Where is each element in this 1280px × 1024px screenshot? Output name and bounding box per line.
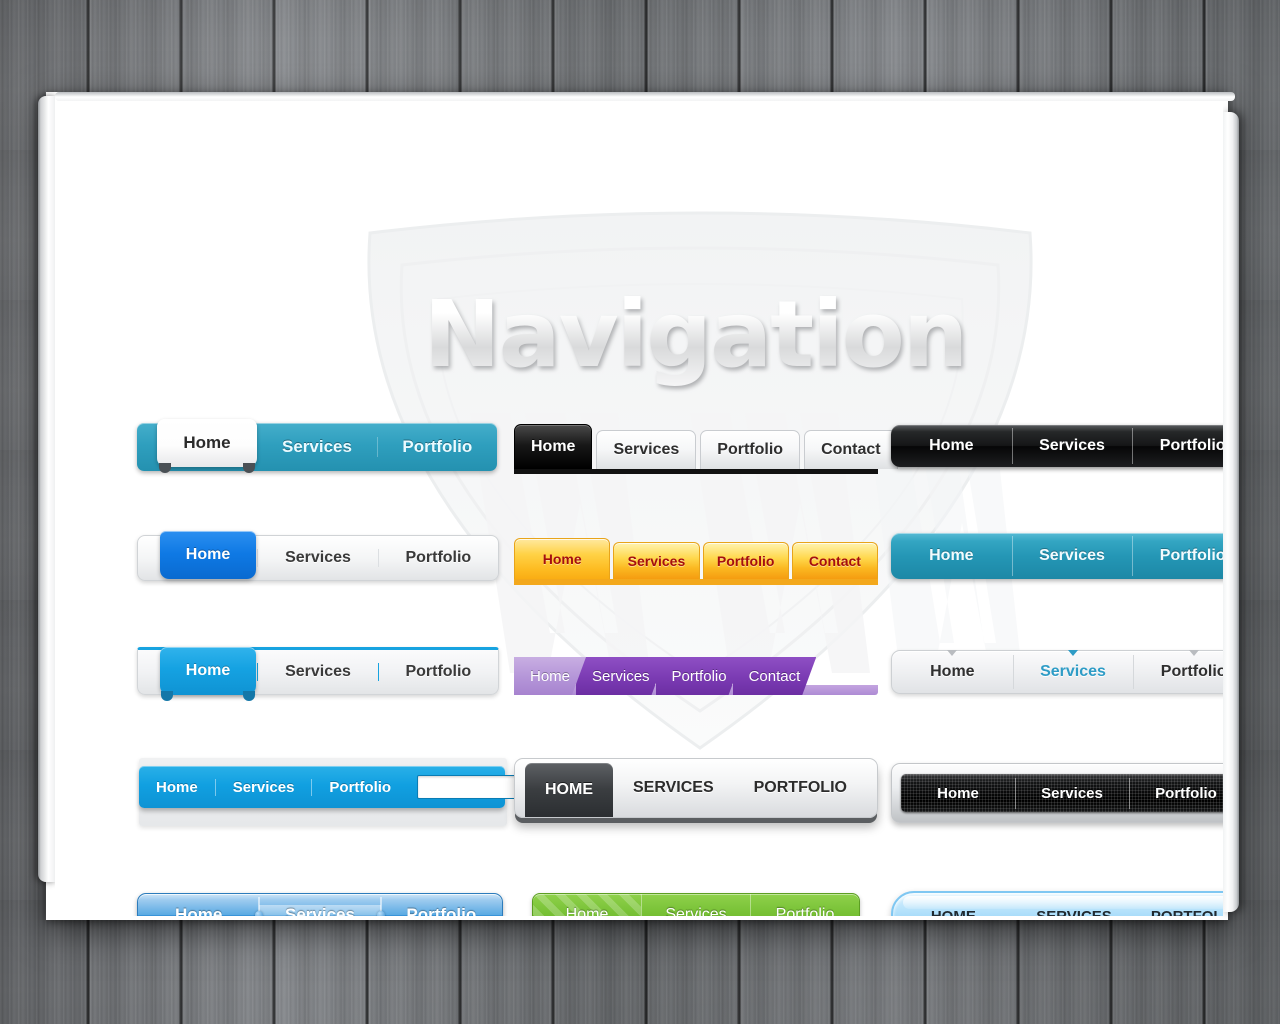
nav-orange-tabs[interactable]: Home Services Portfolio Contact bbox=[514, 535, 878, 585]
nav-item-home-active[interactable]: Home bbox=[514, 424, 593, 469]
nav-item-portfolio[interactable]: Portfolio bbox=[311, 778, 408, 796]
nav-item-home-active[interactable]: Home bbox=[157, 419, 257, 473]
nav-blue-rule-tab-bar[interactable]: Home Services Portfolio Home bbox=[137, 647, 499, 701]
paper-top-edge bbox=[55, 92, 1235, 101]
nav-item-services-active[interactable]: Services bbox=[1012, 650, 1134, 689]
page-title: Navigation bbox=[55, 281, 1223, 388]
paper-sheet: Navigation Home Services Portfolio Home … bbox=[55, 98, 1223, 916]
nav-item-portfolio[interactable]: Portfolio bbox=[700, 430, 801, 469]
nav-blue-search-panel: Home Services Portfolio bbox=[139, 758, 518, 826]
nav-item-home[interactable]: Home bbox=[892, 650, 1013, 681]
nav-item-portfolio[interactable]: Portfolio bbox=[702, 542, 789, 579]
nav-item-label: Home bbox=[930, 663, 975, 680]
nav-item-home[interactable]: Home bbox=[891, 547, 1012, 565]
chevron-down-icon bbox=[1188, 650, 1199, 656]
nav-grey-dropdown-bar[interactable]: Home Services Portfolio bbox=[891, 650, 1223, 694]
nav-item-contact[interactable]: Contact bbox=[804, 430, 898, 469]
nav-item-services-active[interactable]: SERVICES bbox=[1014, 908, 1135, 917]
nav-black-gloss-bar[interactable]: Home Services Portfolio bbox=[891, 425, 1223, 467]
nav-light-blue-tab-bar[interactable]: Home Services Portfolio Home bbox=[137, 531, 499, 581]
nav-item-services[interactable]: Services bbox=[641, 894, 750, 916]
nav-item-home[interactable]: Home bbox=[138, 905, 259, 916]
nav-item-services[interactable]: Services bbox=[257, 549, 377, 567]
nav-black-mesh-frame: Home Services Portfolio bbox=[891, 763, 1223, 823]
chevron-down-icon bbox=[1068, 650, 1078, 656]
nav-item-home-active[interactable]: Home bbox=[533, 894, 641, 916]
nav-item-home-active[interactable]: HOME bbox=[525, 763, 613, 817]
nav-blue-gloss-pill[interactable]: Home Services Portfolio bbox=[137, 893, 503, 916]
nav-item-services[interactable]: Services bbox=[1011, 428, 1133, 464]
nav-black-mesh-bar[interactable]: Home Services Portfolio bbox=[901, 774, 1223, 812]
nav-item-portfolio[interactable]: Portfolio bbox=[1129, 777, 1223, 809]
nav-item-label: Portfolio bbox=[1160, 663, 1223, 680]
nav-item-portfolio[interactable]: PORTFOLIO bbox=[734, 766, 867, 810]
nav-item-services[interactable]: Services bbox=[613, 542, 700, 579]
nav-item-services[interactable]: Services bbox=[1011, 536, 1133, 576]
nav-purple-slant-tabs[interactable]: Home Services Portfolio Contact bbox=[514, 647, 878, 695]
nav-item-services[interactable]: Services bbox=[257, 663, 377, 681]
nav-item-home[interactable]: HOME bbox=[893, 908, 1014, 917]
nav-aqua-pill-bar[interactable]: HOME SERVICES PORTFOLIO bbox=[891, 891, 1223, 916]
nav-item-home-active[interactable]: Home bbox=[514, 538, 611, 579]
paper-right-curl bbox=[1222, 112, 1239, 912]
nav-grey-caps-tabs[interactable]: HOME SERVICES PORTFOLIO bbox=[514, 758, 878, 818]
nav-blue-search-bar[interactable]: Home Services Portfolio bbox=[139, 766, 518, 808]
nav-item-home[interactable]: Home bbox=[901, 785, 1015, 802]
nav-item-portfolio[interactable]: PORTFOLIO bbox=[1134, 908, 1223, 917]
chevron-down-icon bbox=[947, 650, 958, 656]
nav-item-home-active[interactable]: Home bbox=[160, 647, 256, 701]
nav-item-portfolio[interactable]: Portfolio bbox=[1132, 536, 1223, 576]
nav-item-services[interactable]: Services bbox=[1015, 777, 1129, 809]
nav-item-home[interactable]: Home bbox=[139, 779, 215, 796]
nav-item-portfolio[interactable]: Portfolio bbox=[1133, 650, 1223, 689]
nav-item-portfolio[interactable]: Portfolio bbox=[1132, 428, 1223, 464]
nav-item-portfolio[interactable]: Portfolio bbox=[656, 657, 743, 695]
nav-teal-plain-bar[interactable]: Home Services Portfolio bbox=[891, 533, 1223, 579]
nav-item-portfolio[interactable]: Portfolio bbox=[750, 894, 859, 916]
search-input[interactable] bbox=[417, 775, 518, 799]
nav-item-services[interactable]: Services bbox=[214, 778, 312, 796]
nav-item-portfolio[interactable]: Portfolio bbox=[377, 663, 498, 681]
nav-item-portfolio[interactable]: Portfolio bbox=[377, 549, 498, 567]
nav-black-white-tabs[interactable]: Home Services Portfolio Contact bbox=[514, 423, 898, 474]
nav-item-label: Services bbox=[1040, 663, 1106, 680]
nav-item-portfolio[interactable]: Portfolio bbox=[376, 437, 497, 457]
nav-item-services[interactable]: Services bbox=[256, 437, 376, 457]
nav-item-services[interactable]: Services bbox=[596, 430, 697, 469]
nav-item-services-active[interactable]: Services bbox=[255, 897, 381, 916]
nav-item-services[interactable]: Services bbox=[576, 657, 666, 695]
nav-item-contact[interactable]: Contact bbox=[791, 542, 878, 579]
nav-item-portfolio[interactable]: Portfolio bbox=[376, 897, 502, 916]
nav-item-home-active[interactable]: Home bbox=[160, 531, 256, 579]
nav-teal-tab-bar[interactable]: Home Services Portfolio Home bbox=[137, 419, 497, 473]
nav-item-services[interactable]: SERVICES bbox=[613, 766, 734, 810]
nav-item-home[interactable]: Home bbox=[891, 437, 1012, 455]
nav-item-contact[interactable]: Contact bbox=[733, 657, 817, 695]
nav-green-striped-bar[interactable]: Home Services Portfolio bbox=[532, 893, 860, 916]
